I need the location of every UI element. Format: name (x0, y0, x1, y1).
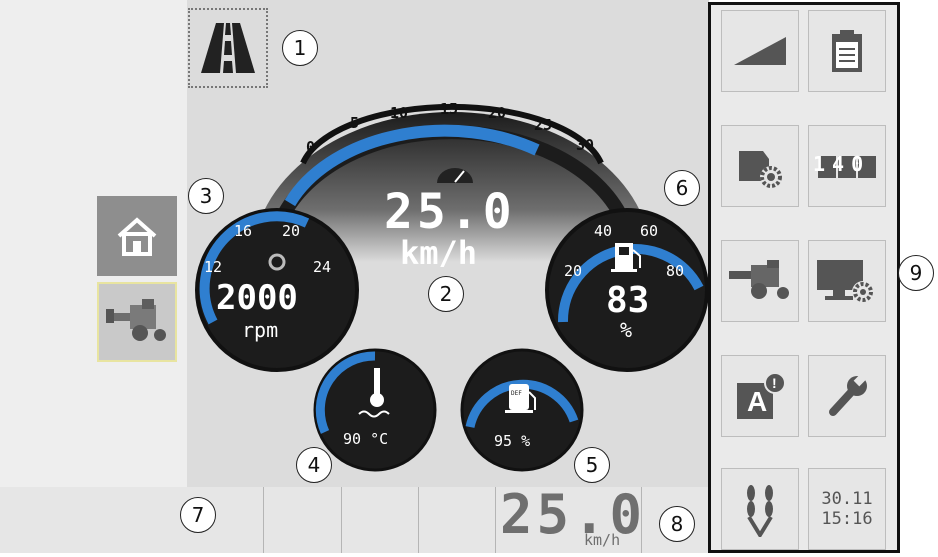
def-icon-label: DEF (511, 390, 522, 397)
speed-tick-5: 5 (350, 114, 360, 132)
status-cell-2 (264, 487, 342, 553)
wrench-icon (829, 373, 867, 416)
status-cell-left (0, 487, 188, 553)
home-icon (117, 217, 157, 256)
callout-8: 8 (659, 506, 695, 542)
counter-digits: 140 (813, 152, 871, 176)
right-button-panel: A ! 30.11 15:16 (708, 2, 900, 553)
alerts-button[interactable]: A ! (721, 355, 799, 437)
home-button[interactable] (97, 196, 177, 276)
monitor-gear-icon (817, 260, 874, 303)
coolant-temp-value: 90 °C (343, 430, 389, 448)
callout-2: 2 (428, 276, 464, 312)
callout-4: 4 (296, 447, 332, 483)
status-cell-3 (342, 487, 419, 553)
fuel-level-unit: % (620, 318, 633, 342)
callout-3: 3 (188, 178, 224, 214)
date-display: 30.11 (821, 489, 873, 509)
display-settings-button[interactable] (808, 240, 886, 322)
date-time-button[interactable]: 30.11 15:16 (808, 468, 886, 550)
engine-tick-20: 20 (282, 222, 301, 240)
combine-settings-button[interactable] (721, 240, 799, 322)
status-speed-value: 25.0 (500, 483, 647, 546)
engine-rpm-value: 2000 (216, 278, 298, 318)
callout-1: 1 (282, 30, 318, 66)
combine-harvester-icon (729, 260, 789, 299)
engine-tick-16: 16 (234, 222, 253, 240)
clipboard-icon (832, 30, 862, 72)
ramp-button[interactable] (721, 10, 799, 92)
status-cell-speed: 25.0 km/h (496, 483, 642, 553)
fuel-tick-80: 80 (666, 262, 685, 280)
engine-tick-24: 24 (313, 258, 332, 276)
speed-tick-25: 25 (534, 116, 553, 134)
fuel-level-value: 83 (606, 280, 650, 321)
callout-6: 6 (664, 170, 700, 206)
engine-rpm-unit: rpm (242, 318, 279, 342)
speed-tick-10: 10 (390, 104, 409, 122)
fuel-tick-40: 40 (594, 222, 613, 240)
speed-tick-20: 20 (488, 104, 507, 122)
callout-7: 7 (180, 497, 216, 533)
speed-value: 25.0 (384, 184, 516, 240)
callout-5: 5 (574, 447, 610, 483)
speed-unit: km/h (400, 234, 478, 272)
ramp-icon (734, 37, 786, 65)
speed-tick-30: 30 (576, 136, 595, 154)
status-speed-unit: km/h (584, 531, 621, 549)
engine-gear-icon (739, 151, 782, 188)
crop-button[interactable] (721, 468, 799, 550)
combine-harvester-icon (106, 299, 166, 341)
def-level-value: 95 % (494, 432, 531, 450)
status-cell-4 (419, 487, 496, 553)
clipboard-button[interactable] (808, 10, 886, 92)
engine-tick-12: 12 (204, 258, 223, 276)
combine-mode-button[interactable] (97, 282, 177, 362)
fuel-tick-60: 60 (640, 222, 659, 240)
service-button[interactable] (808, 355, 886, 437)
speed-tick-0: 0 (306, 138, 316, 156)
wheat-icon (747, 485, 773, 537)
speed-tick-15: 15 (440, 100, 459, 118)
fuel-tick-20: 20 (564, 262, 583, 280)
time-display: 15:16 (821, 509, 873, 529)
callout-9: 9 (898, 255, 934, 291)
engine-settings-button[interactable] (721, 125, 799, 207)
alert-letter: A (747, 386, 768, 417)
alert-badge: ! (772, 375, 777, 391)
